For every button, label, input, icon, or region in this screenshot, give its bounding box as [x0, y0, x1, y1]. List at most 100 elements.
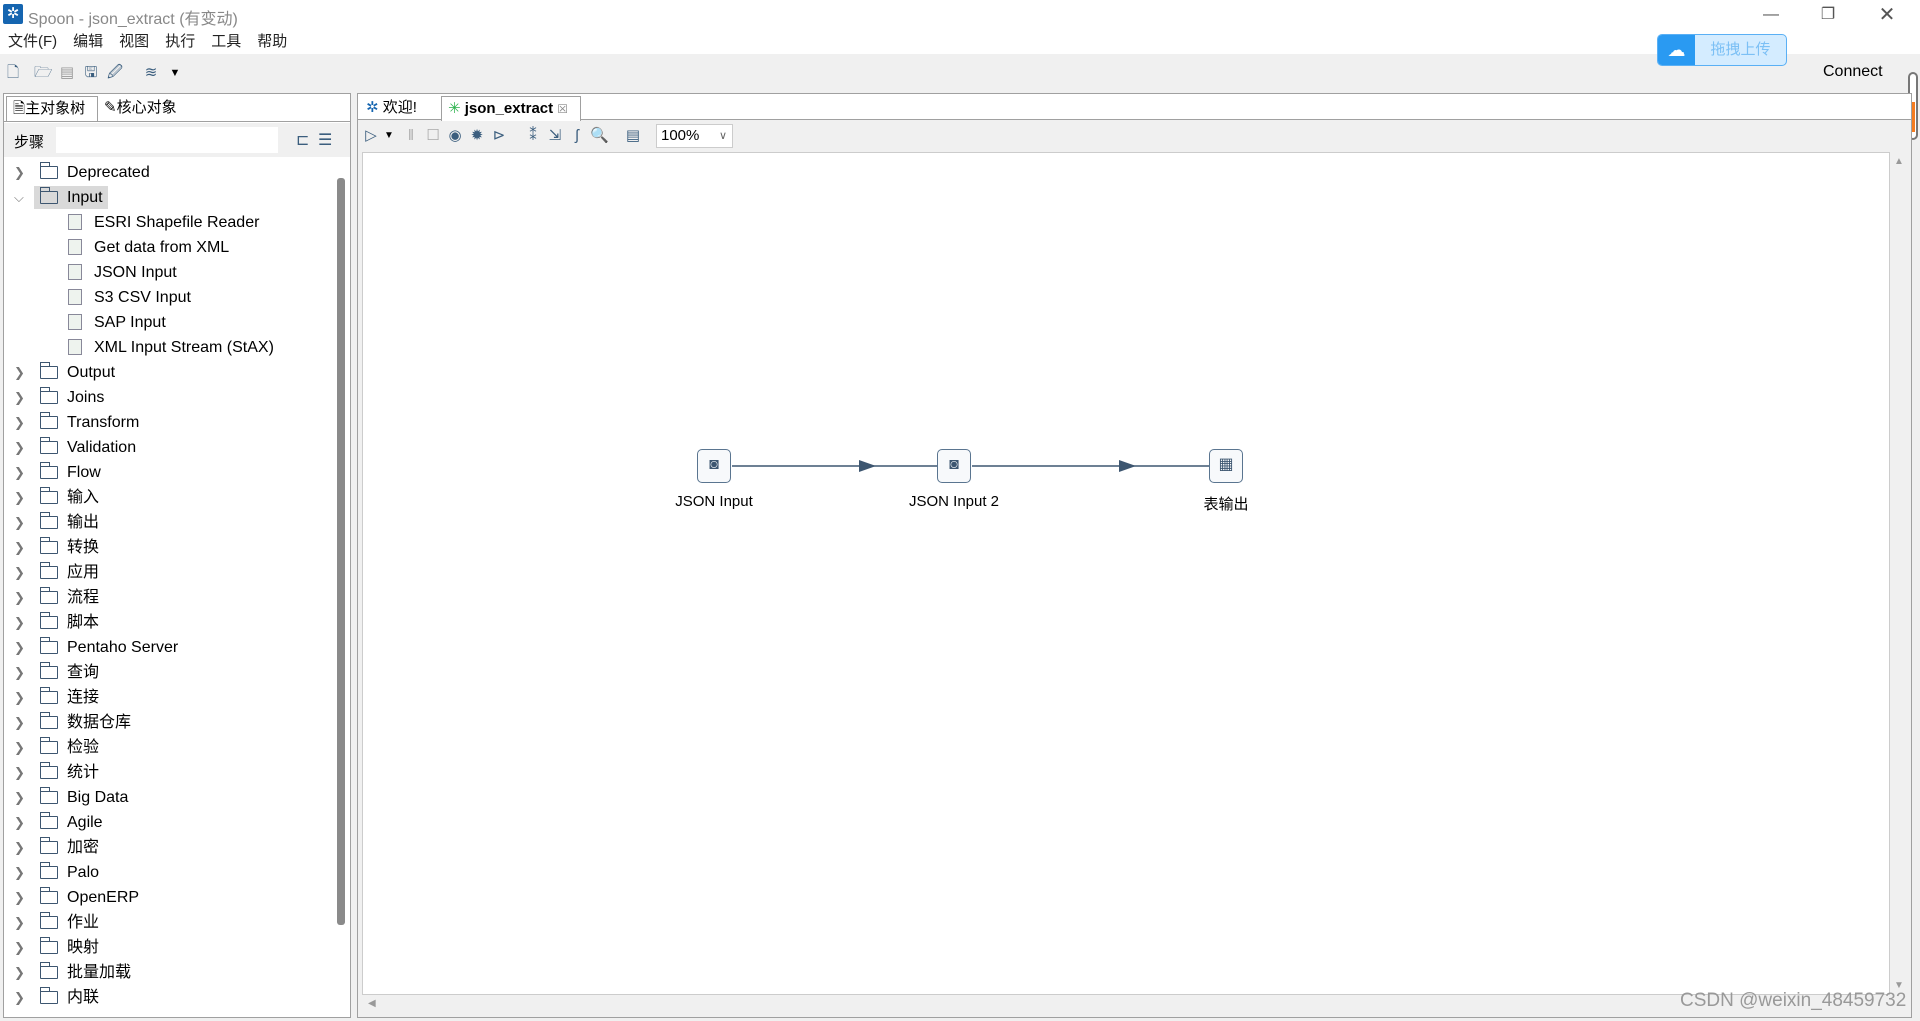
save-as-icon[interactable]: 🖉: [106, 64, 124, 82]
tree-folder--[interactable]: ❯ 映射: [4, 935, 334, 960]
tree-step-item[interactable]: JSON Input: [4, 260, 334, 285]
tree-step-item[interactable]: Get data from XML: [4, 235, 334, 260]
chevron-right-icon[interactable]: ❯: [14, 835, 25, 860]
tree-folder--[interactable]: ❯ 批量加载: [4, 960, 334, 985]
chevron-right-icon[interactable]: ❯: [14, 460, 25, 485]
run-options-icon[interactable]: ▼: [380, 127, 398, 145]
chevron-right-icon[interactable]: ❯: [14, 660, 25, 685]
tree-step-item[interactable]: XML Input Stream (StAX): [4, 335, 334, 360]
preview-icon[interactable]: ◉: [446, 127, 464, 145]
chevron-down-icon[interactable]: ⌵: [14, 185, 24, 210]
save-icon[interactable]: 🖫: [82, 64, 100, 82]
chevron-right-icon[interactable]: ❯: [14, 635, 25, 660]
explore-repo-icon[interactable]: ▤: [58, 64, 76, 82]
tree-step-item[interactable]: ESRI Shapefile Reader: [4, 210, 334, 235]
connect-button[interactable]: Connect: [1823, 63, 1883, 81]
tree-folder--[interactable]: ❯ 加密: [4, 835, 334, 860]
chevron-right-icon[interactable]: ❯: [14, 360, 25, 385]
tree-folder--[interactable]: ❯ 作业: [4, 910, 334, 935]
dropdown-arrow-icon[interactable]: ▼: [166, 64, 184, 82]
tree-folder--[interactable]: ❯ 应用: [4, 560, 334, 585]
replay-icon[interactable]: ⊳: [490, 127, 508, 145]
chevron-right-icon[interactable]: ❯: [14, 960, 25, 985]
chevron-right-icon[interactable]: ❯: [14, 885, 25, 910]
tree-folder-validation[interactable]: ❯ Validation: [4, 435, 334, 460]
run-icon[interactable]: ▷: [362, 127, 380, 145]
explore-db-icon[interactable]: 🔍: [590, 127, 609, 145]
step-json-input-2[interactable]: ◙: [937, 449, 971, 483]
tree-scrollbar-thumb[interactable]: [337, 178, 345, 925]
tree-folder--[interactable]: ❯ 输出: [4, 510, 334, 535]
transformation-canvas[interactable]: ◙ JSON Input ◙ JSON Input 2 ▦ 表输出: [362, 152, 1890, 995]
close-button[interactable]: ✕: [1864, 2, 1910, 28]
step-table-output[interactable]: ▦: [1209, 449, 1243, 483]
menu-file[interactable]: 文件(F): [0, 30, 65, 54]
collapse-all-icon[interactable]: ⊏: [296, 130, 309, 150]
minimize-button[interactable]: —: [1748, 2, 1794, 28]
menu-help[interactable]: 帮助: [249, 30, 295, 54]
chevron-right-icon[interactable]: ❯: [14, 910, 25, 935]
tree-folder-big-data[interactable]: ❯ Big Data: [4, 785, 334, 810]
tree-folder--[interactable]: ❯ 统计: [4, 760, 334, 785]
canvas-horizontal-scrollbar[interactable]: ◀: [362, 995, 1890, 1015]
step-search-input[interactable]: [56, 127, 278, 153]
chevron-right-icon[interactable]: ❯: [14, 485, 25, 510]
debug-icon[interactable]: ✹: [468, 127, 486, 145]
tree-folder--[interactable]: ❯ 查询: [4, 660, 334, 685]
tree-folder--[interactable]: ❯ 流程: [4, 585, 334, 610]
chevron-right-icon[interactable]: ❯: [14, 610, 25, 635]
tree-folder--[interactable]: ❯ 检验: [4, 735, 334, 760]
chevron-right-icon[interactable]: ❯: [14, 435, 25, 460]
tree-folder-openerp[interactable]: ❯ OpenERP: [4, 885, 334, 910]
tab-welcome[interactable]: ✲ 欢迎!: [360, 96, 440, 121]
tree-folder--[interactable]: ❯ 内联: [4, 985, 334, 1010]
chevron-right-icon[interactable]: ❯: [14, 410, 25, 435]
menu-tools[interactable]: 工具: [203, 30, 249, 54]
tree-folder--[interactable]: ❯ 数据仓库: [4, 710, 334, 735]
tree-folder--[interactable]: ❯ 脚本: [4, 610, 334, 635]
show-results-icon[interactable]: ▤: [624, 127, 642, 145]
tree-folder-output[interactable]: ❯ Output: [4, 360, 334, 385]
tree-folder-deprecated[interactable]: ❯ Deprecated: [4, 160, 334, 185]
chevron-right-icon[interactable]: ❯: [14, 510, 25, 535]
chevron-right-icon[interactable]: ❯: [14, 760, 25, 785]
step-json-input[interactable]: ◙: [697, 449, 731, 483]
canvas-vertical-scrollbar[interactable]: ▲ ▼: [1890, 152, 1908, 995]
scroll-left-icon[interactable]: ◀: [368, 998, 376, 1009]
hop-json-input-2-to-table-output[interactable]: [972, 460, 1227, 472]
tree-folder-agile[interactable]: ❯ Agile: [4, 810, 334, 835]
tree-folder-pentaho-server[interactable]: ❯ Pentaho Server: [4, 635, 334, 660]
verify-icon[interactable]: ⁑: [524, 127, 542, 145]
chevron-right-icon[interactable]: ❯: [14, 385, 25, 410]
menu-edit[interactable]: 编辑: [65, 30, 111, 54]
menu-run[interactable]: 执行: [157, 30, 203, 54]
tree-folder--[interactable]: ❯ 连接: [4, 685, 334, 710]
tree-folder--[interactable]: ❯ 转换: [4, 535, 334, 560]
impact-icon[interactable]: ⇲: [546, 127, 564, 145]
pause-icon[interactable]: ‖: [402, 127, 420, 145]
chevron-right-icon[interactable]: ❯: [14, 685, 25, 710]
upload-button[interactable]: ☁ 拖拽上传: [1657, 34, 1787, 66]
open-file-icon[interactable]: 🗁: [34, 64, 53, 82]
tab-core-objects[interactable]: ✎核心对象: [98, 96, 190, 121]
tab-json-extract[interactable]: ✳ json_extract ☒: [441, 96, 581, 121]
tree-folder-joins[interactable]: ❯ Joins: [4, 385, 334, 410]
chevron-right-icon[interactable]: ❯: [14, 810, 25, 835]
expand-all-icon[interactable]: ☰: [318, 130, 332, 150]
tree-folder-transform[interactable]: ❯ Transform: [4, 410, 334, 435]
chevron-right-icon[interactable]: ❯: [14, 735, 25, 760]
chevron-right-icon[interactable]: ❯: [14, 935, 25, 960]
sql-icon[interactable]: ʃ: [568, 127, 586, 145]
chevron-right-icon[interactable]: ❯: [14, 535, 25, 560]
chevron-right-icon[interactable]: ❯: [14, 860, 25, 885]
hop-json-input-to-json-input-2[interactable]: [732, 460, 956, 472]
close-tab-icon[interactable]: ☒: [557, 102, 568, 116]
chevron-right-icon[interactable]: ❯: [14, 560, 25, 585]
restore-button[interactable]: ❐: [1805, 2, 1851, 28]
layers-icon[interactable]: ≋: [142, 64, 160, 82]
menu-view[interactable]: 视图: [111, 30, 157, 54]
chevron-right-icon[interactable]: ❯: [14, 785, 25, 810]
chevron-right-icon[interactable]: ❯: [14, 985, 25, 1010]
tree-folder-input[interactable]: ⌵ Input: [4, 185, 334, 210]
tree-folder-flow[interactable]: ❯ Flow: [4, 460, 334, 485]
